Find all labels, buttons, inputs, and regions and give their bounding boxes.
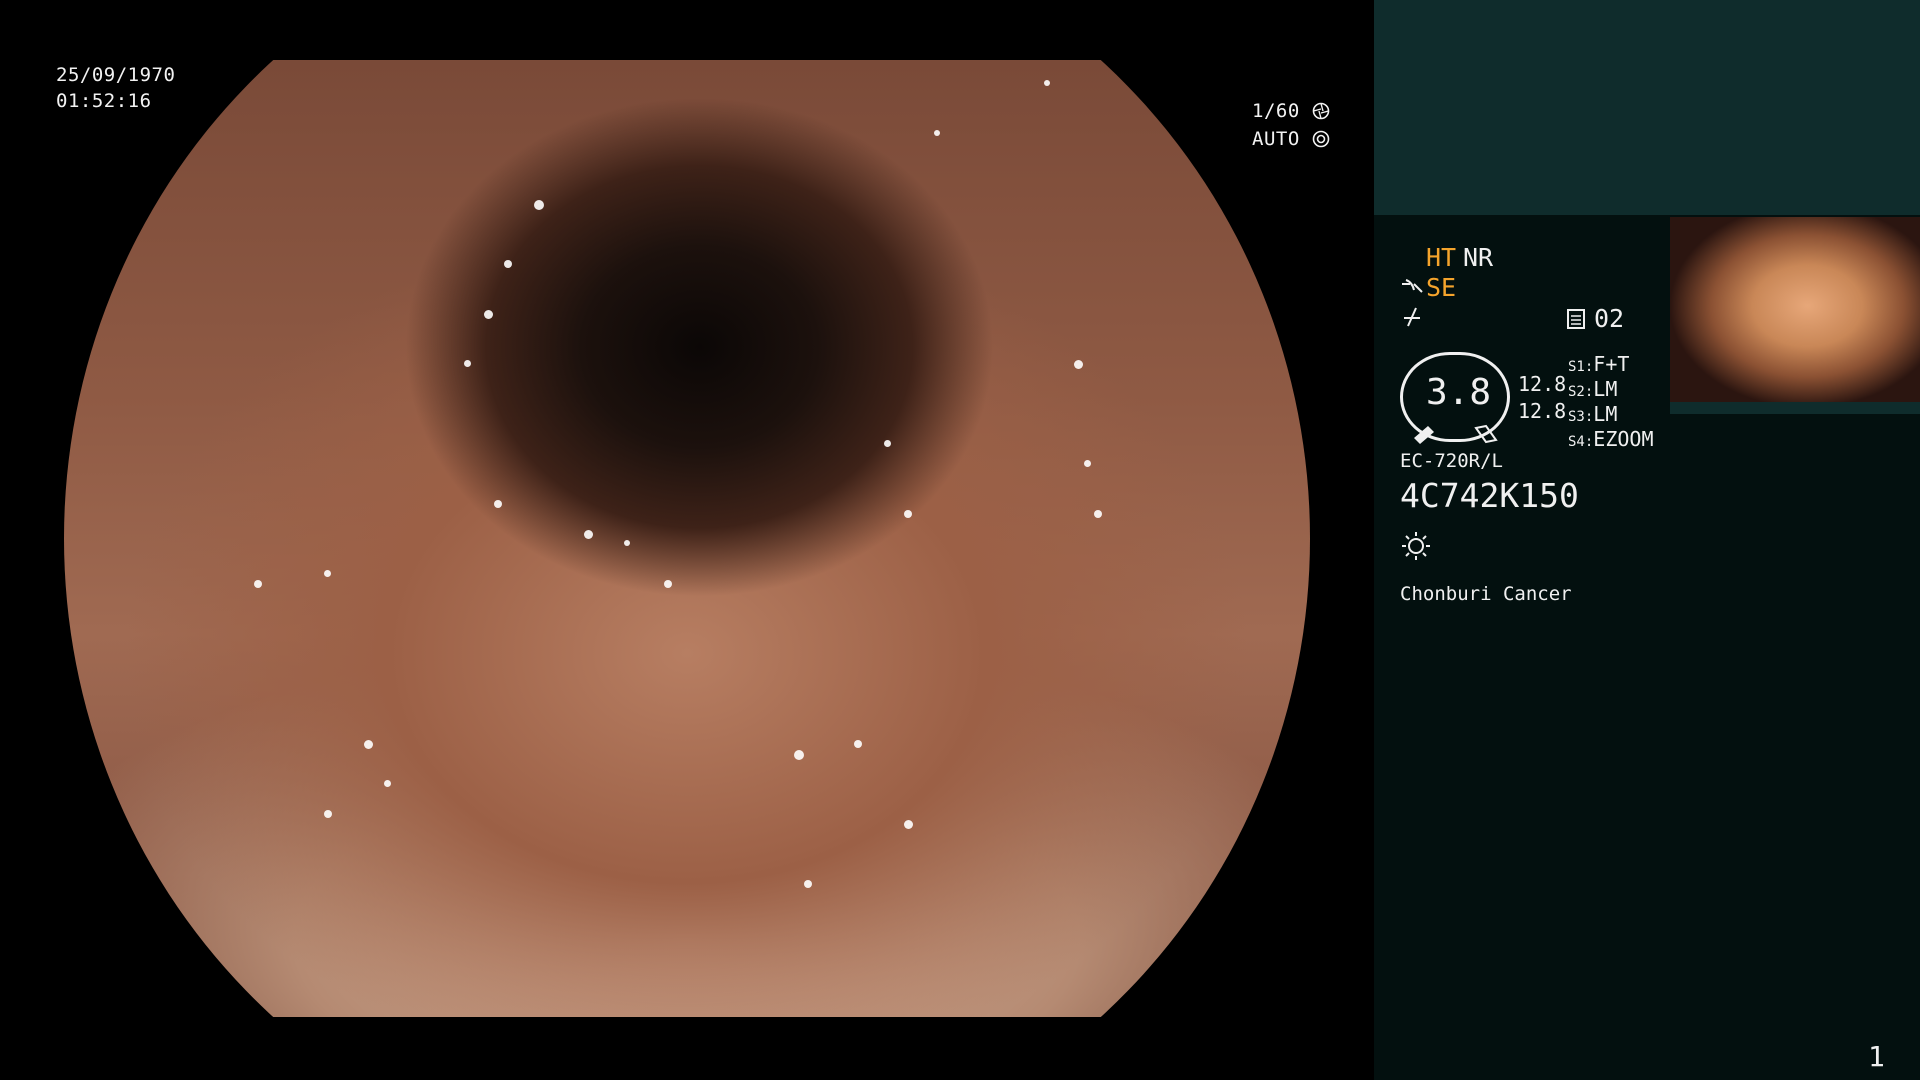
exam-date: 25/09/1970 bbox=[56, 64, 176, 86]
switch-s4-key: S4: bbox=[1568, 434, 1594, 450]
page-number: 1 bbox=[1868, 1040, 1885, 1073]
endoscopy-view bbox=[0, 0, 1374, 1080]
iris-mode: AUTO bbox=[1252, 126, 1330, 155]
switch-s4-value: EZOOM bbox=[1593, 427, 1654, 451]
switch-s3-key: S3: bbox=[1568, 409, 1594, 425]
switch-s1-value: F+T bbox=[1593, 352, 1630, 376]
institution-name: Chonburi Cancer bbox=[1400, 583, 1572, 605]
scope-serial: 4C742K150 bbox=[1400, 476, 1579, 515]
iris-icon bbox=[1312, 129, 1330, 155]
switch-s2-key: S2: bbox=[1568, 384, 1594, 400]
aperture-icon bbox=[1312, 101, 1330, 127]
switch-s3-value: LM bbox=[1593, 402, 1618, 426]
scale-value-1: 12.8 bbox=[1518, 372, 1567, 396]
thumbnail-caption-bar bbox=[1670, 402, 1920, 414]
color-tone-icon bbox=[1400, 306, 1424, 332]
scale-value-2: 12.8 bbox=[1518, 399, 1567, 423]
info-panel-header bbox=[1374, 0, 1920, 215]
se-indicator: SE bbox=[1426, 273, 1457, 302]
switch-s3: S3:LM bbox=[1568, 402, 1617, 426]
switch-s1: S1:F+T bbox=[1568, 352, 1629, 376]
nr-indicator: NR bbox=[1463, 243, 1494, 272]
exam-time: 01:52:16 bbox=[56, 90, 152, 112]
structure-enhance-icon bbox=[1400, 278, 1424, 304]
memory-number: 02 bbox=[1594, 304, 1625, 333]
ht-indicator: HT bbox=[1426, 243, 1457, 272]
shutter-speed: 1/60 bbox=[1252, 98, 1330, 127]
switch-s2: S2:LM bbox=[1568, 377, 1617, 401]
scope-model: EC-720R/L bbox=[1400, 450, 1503, 472]
light-sun-icon bbox=[1400, 530, 1432, 566]
switch-s1-key: S1: bbox=[1568, 359, 1594, 375]
switch-s2-value: LM bbox=[1593, 377, 1618, 401]
iris-label: AUTO bbox=[1252, 128, 1300, 150]
thumbnail-image[interactable] bbox=[1670, 217, 1920, 402]
switch-s4: S4:EZOOM bbox=[1568, 427, 1654, 451]
gauge-pointer-icon bbox=[1410, 418, 1506, 448]
gauge-value: 3.8 bbox=[1426, 372, 1492, 413]
endoscopic-image bbox=[64, 60, 1310, 1017]
shutter-label: 1/60 bbox=[1252, 100, 1300, 122]
memory-card-icon bbox=[1566, 308, 1586, 334]
